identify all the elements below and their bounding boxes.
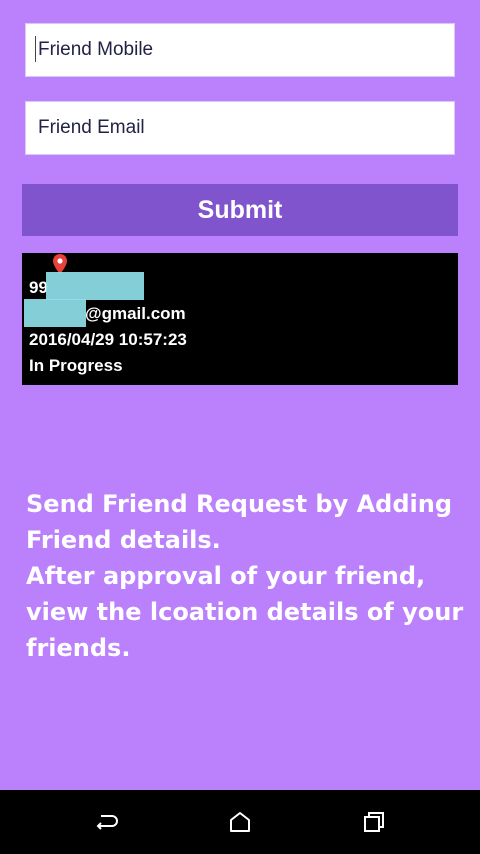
instructions-text: Send Friend Request by Adding Friend det… (26, 486, 466, 666)
back-button[interactable] (94, 808, 122, 836)
redacted-email (24, 299, 86, 327)
friend-mobile-field[interactable] (25, 23, 455, 77)
friend-request-card[interactable]: 99 @gmail.com 2016/04/29 10:57:23 In Pro… (22, 253, 458, 385)
friend-email-input[interactable] (38, 117, 442, 139)
instructions-line-1: Send Friend Request by Adding Friend det… (26, 490, 453, 554)
friend-email-field[interactable] (25, 101, 455, 155)
request-timestamp: 2016/04/29 10:57:23 (29, 330, 187, 349)
redacted-mobile (46, 272, 144, 300)
submit-button[interactable]: Submit (22, 184, 458, 236)
home-icon (230, 812, 250, 832)
system-navigation-bar (0, 790, 480, 854)
recents-button[interactable] (360, 808, 388, 836)
home-button[interactable] (226, 808, 254, 836)
recents-icon (364, 812, 384, 832)
request-status: In Progress (29, 356, 123, 375)
instructions-line-2: After approval of your friend, view the … (26, 562, 464, 662)
friend-mobile-input[interactable] (38, 39, 442, 61)
text-cursor (35, 36, 36, 62)
back-icon (96, 815, 118, 830)
friend-email-value: @gmail.com (85, 304, 186, 323)
map-pin-icon (53, 254, 67, 274)
